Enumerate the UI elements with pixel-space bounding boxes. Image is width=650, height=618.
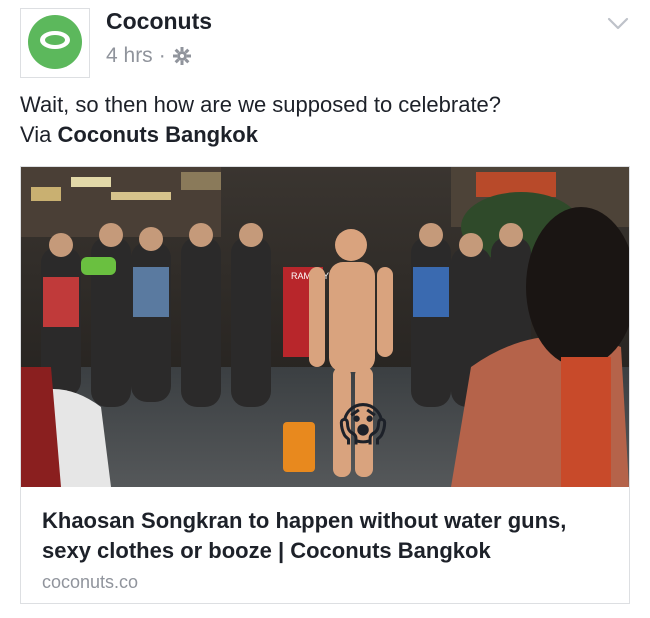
link-preview-info: Khaosan Songkran to happen without water…	[42, 506, 612, 593]
page-name[interactable]: Coconuts	[106, 8, 212, 35]
post-message: Wait, so then how are we supposed to cel…	[20, 90, 501, 150]
shocked-face-emoji: 😱	[339, 397, 387, 451]
meta-separator: ·	[158, 44, 166, 67]
facebook-post: Coconuts 4 hrs · Wait, so then how are w…	[0, 0, 650, 618]
link-domain: coconuts.co	[42, 572, 139, 592]
page-avatar[interactable]	[20, 8, 90, 78]
gear-icon[interactable]	[172, 46, 192, 66]
link-preview-card[interactable]: RAMSEY	[20, 166, 630, 604]
chevron-down-icon[interactable]	[606, 12, 630, 36]
post-meta: 4 hrs ·	[106, 44, 192, 68]
street-crowd-photo: RAMSEY	[21, 167, 629, 487]
link-title[interactable]: Khaosan Songkran to happen without water…	[42, 506, 612, 566]
coconuts-logo-icon	[28, 15, 82, 69]
via-page-link[interactable]: Coconuts Bangkok	[58, 122, 258, 147]
post-timestamp[interactable]: 4 hrs	[106, 44, 153, 68]
link-preview-image[interactable]: RAMSEY	[21, 167, 629, 487]
via-prefix: Via	[20, 122, 58, 147]
post-message-line: Wait, so then how are we supposed to cel…	[20, 92, 502, 117]
post-via-line: Via Coconuts Bangkok	[20, 120, 501, 150]
